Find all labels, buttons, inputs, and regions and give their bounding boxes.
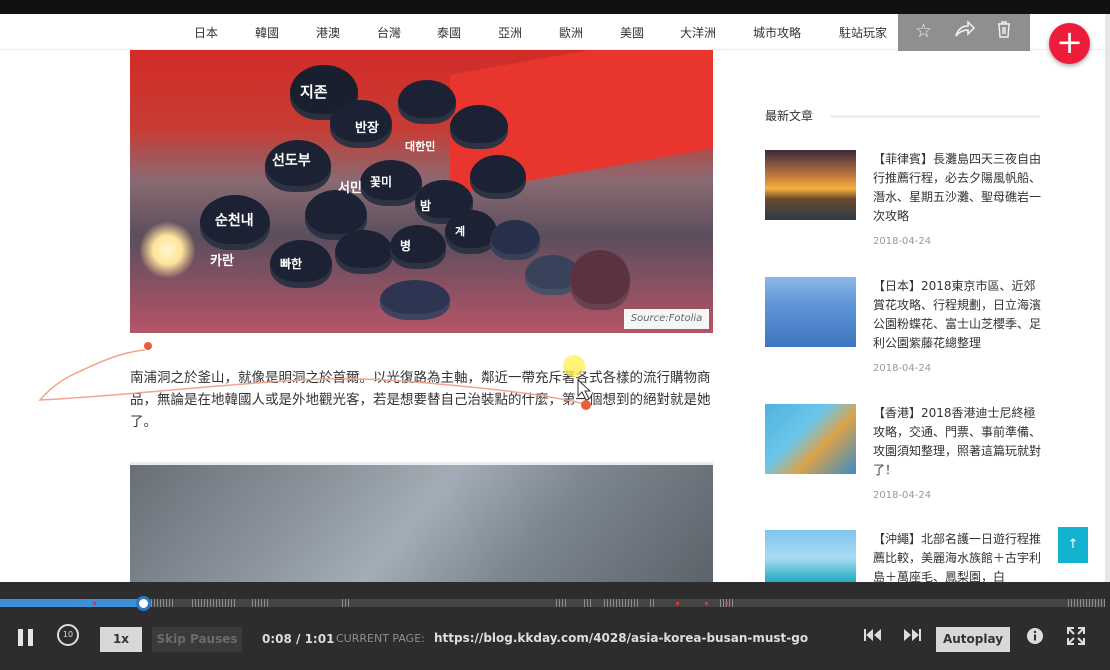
nav-item-bloggers[interactable]: 駐站玩家 [839,24,887,41]
cap-text: 빠한 [280,256,302,271]
top-black-bar [0,0,1110,14]
image-source-caption: Source:Fotolia [624,309,709,329]
current-page-url[interactable]: https://blog.kkday.com/4028/asia-korea-b… [434,631,808,645]
cap-text: 계 [455,224,465,238]
article-date: 2018-04-24 [873,490,932,501]
page-scrollbar[interactable] [1105,14,1110,582]
article-title[interactable]: 【菲律賓】長灘島四天三夜自由行推薦行程，必去夕陽風帆船、潛水、星期五沙灘、聖母礁… [873,150,1043,226]
timeline-progress [0,599,145,607]
star-icon[interactable]: ☆ [915,19,932,43]
playback-controls: 10 1x Skip Pauses 0:08 / 1:01 CURRENT PA… [0,582,1110,670]
rewind-10-icon[interactable]: 10 [57,624,79,646]
timeline-event-marker [676,602,679,605]
annotation-toolbar: ☆ [898,14,1030,51]
timeline-event-marker [93,602,96,605]
article-thumbnail[interactable] [765,150,856,220]
trash-icon[interactable] [995,19,1013,45]
article-thumbnail[interactable] [765,530,856,582]
article-paragraph: 南浦洞之於釜山，就像是明洞之於首爾。以光復路為主軸，鄰近一帶充斥著各式各樣的流行… [130,370,711,430]
nav-item-city-guide[interactable]: 城市攻略 [753,24,801,41]
nav-item-usa[interactable]: 美國 [620,24,644,41]
skip-pauses-button[interactable]: Skip Pauses [152,627,242,652]
add-icon[interactable]: + [1049,23,1090,64]
nav-item-asia[interactable]: 亞洲 [498,24,522,41]
article-hero-image: 지존 반장 선도부 서민 대한민 순천내 꽃미 밤 카란 빠한 병 계 Sour… [130,50,713,333]
playback-speed-button[interactable]: 1x [100,627,142,652]
cap-text: 카란 [210,254,234,269]
cap-text: 밤 [420,198,431,213]
nav-item-korea[interactable]: 韓國 [255,24,279,41]
nav-item-oceania[interactable]: 大洋洲 [680,24,716,41]
current-page-label: CURRENT PAGE: [336,632,425,645]
article-thumbnail[interactable] [765,277,856,347]
article-second-image [130,462,713,582]
activity-marks [556,599,568,607]
info-icon[interactable] [1026,627,1044,651]
article-title[interactable]: 【沖繩】北部名護一日遊行程推薦比較，美麗海水族館＋古宇利島＋萬座毛、鳳梨園，白 [873,530,1043,582]
timeline-scrubber-handle[interactable] [135,596,151,611]
latest-articles-title: 最新文章 [765,109,814,123]
activity-marks [252,599,270,607]
cap-text: 지존 [300,83,328,101]
cap-text: 순천내 [215,213,254,229]
article-date: 2018-04-24 [873,363,932,374]
cap-text: 대한민 [405,139,435,153]
sidebar-article[interactable]: 【香港】2018香港迪士尼終極攻略，交通、門票、事前準備、攻園須知整理，照著這篇… [765,404,1045,519]
article-title[interactable]: 【日本】2018東京市區、近郊賞花攻略、行程規劃，日立海濱公園粉蝶花、富士山芝櫻… [873,277,1043,353]
cap-lettering: 지존 반장 선도부 서민 대한민 순천내 꽃미 밤 카란 빠한 병 계 [210,83,465,271]
article-date: 2018-04-24 [873,236,932,247]
sidebar-article[interactable]: 【菲律賓】長灘島四天三夜自由行推薦行程，必去夕陽風帆船、潛水、星期五沙灘、聖母礁… [765,150,1045,265]
timeline-event-marker [705,602,708,605]
activity-marks [192,599,237,607]
timeline-track[interactable] [0,599,1105,607]
sidebar-article[interactable]: 【沖繩】北部名護一日遊行程推薦比較，美麗海水族館＋古宇利島＋萬座毛、鳳梨園，白 [765,530,1045,582]
nav-item-japan[interactable]: 日本 [194,24,218,41]
share-icon[interactable] [954,19,976,45]
annotation-start-dot [144,342,152,350]
nav-item-thailand[interactable]: 泰國 [437,24,461,41]
playback-time: 0:08 / 1:01 [262,632,335,646]
cap-text: 병 [400,238,411,253]
cap-text: 반장 [355,120,379,136]
nav-item-europe[interactable]: 歐洲 [559,24,583,41]
nav-item-taiwan[interactable]: 台灣 [377,24,401,41]
back-to-top-button[interactable]: ↑ [1058,527,1088,563]
skip-previous-icon[interactable] [863,627,883,649]
skip-next-icon[interactable] [902,627,922,649]
timeline-event-marker [725,602,728,605]
cap-text: 꽃미 [370,174,392,189]
activity-marks [650,599,656,607]
cap-text: 선도부 [272,153,311,169]
title-divider [830,115,1040,118]
activity-marks [604,599,640,607]
cap-text: 서민 [338,180,362,196]
article-title[interactable]: 【香港】2018香港迪士尼終極攻略，交通、門票、事前準備、攻園須知整理，照著這篇… [873,404,1043,480]
autoplay-button[interactable]: Autoplay [936,627,1010,652]
web-page: 지존 반장 선도부 서민 대한민 순천내 꽃미 밤 카란 빠한 병 계 Sour… [0,14,1105,582]
article-thumbnail[interactable] [765,404,856,474]
activity-marks [1068,599,1105,607]
activity-marks [342,599,350,607]
fullscreen-icon[interactable] [1067,627,1085,651]
nav-item-hk-macau[interactable]: 港澳 [316,24,340,41]
activity-marks [584,599,592,607]
sidebar-article[interactable]: 【日本】2018東京市區、近郊賞花攻略、行程規劃，日立海濱公園粉蝶花、富士山芝櫻… [765,277,1045,392]
